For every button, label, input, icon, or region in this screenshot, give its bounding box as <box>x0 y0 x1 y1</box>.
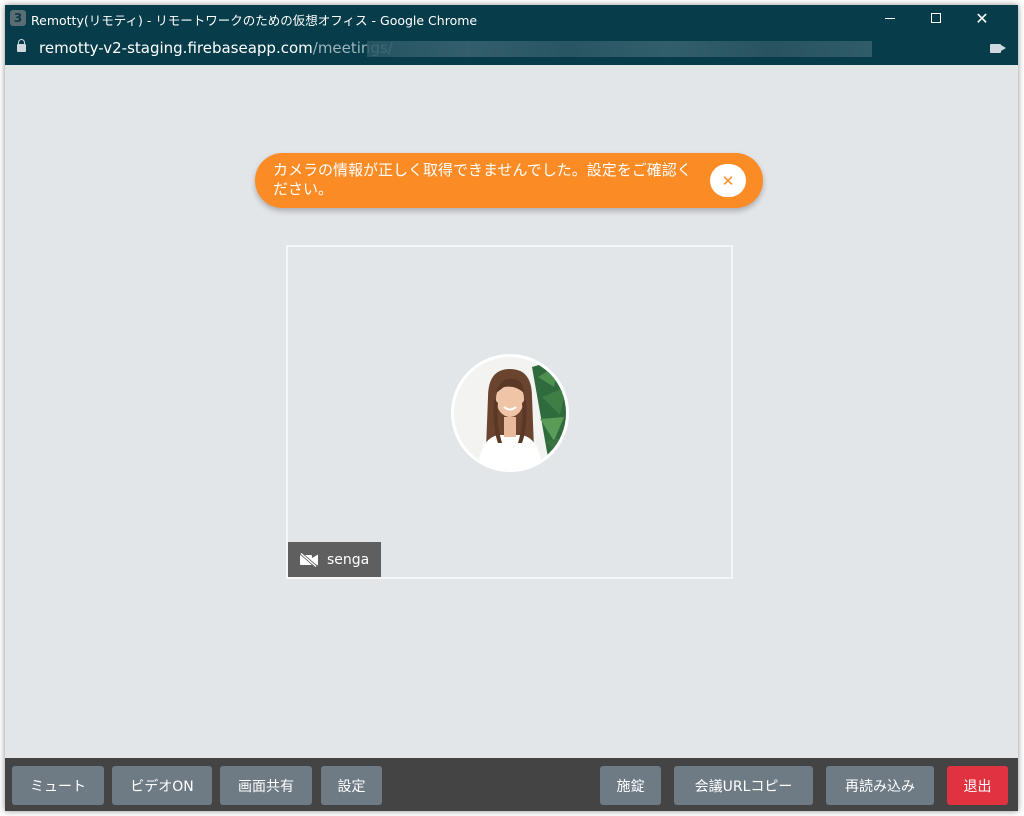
close-window-button[interactable]: ✕ <box>959 5 1005 31</box>
maximize-button[interactable] <box>913 5 959 31</box>
leave-meeting-button[interactable]: 退出 <box>947 766 1008 805</box>
avatar <box>451 354 569 472</box>
app-icon: 3 <box>10 10 26 26</box>
meeting-content: カメラの情報が正しく取得できませんでした。設定をご確認ください。 ✕ senga <box>5 65 1018 758</box>
mute-button[interactable]: ミュート <box>12 766 104 805</box>
video-on-button[interactable]: ビデオON <box>112 766 212 805</box>
screen-share-button[interactable]: 画面共有 <box>220 766 312 805</box>
reload-button[interactable]: 再読み込み <box>826 766 934 805</box>
meeting-toolbar: ミュート ビデオON 画面共有 設定 施錠 会議URLコピー 再読み込み 退出 <box>5 758 1018 811</box>
minimize-icon <box>885 17 895 19</box>
settings-button[interactable]: 設定 <box>321 766 382 805</box>
lock-icon[interactable] <box>17 39 26 52</box>
avatar-photo <box>454 357 566 469</box>
camera-error-toast: カメラの情報が正しく取得できませんでした。設定をご確認ください。 ✕ <box>255 153 763 208</box>
participant-video-tile: senga <box>286 245 733 579</box>
participant-name: senga <box>327 551 370 568</box>
window-title: Remotty(リモティ) - リモートワークのための仮想オフィス - Goog… <box>31 13 478 28</box>
title-bar: 3 Remotty(リモティ) - リモートワークのための仮想オフィス - Go… <box>5 5 1018 31</box>
copy-meeting-url-button[interactable]: 会議URLコピー <box>674 766 813 805</box>
address-bar[interactable]: remotty-v2-staging.firebaseapp.com/meeti… <box>5 31 1018 65</box>
lock-room-button[interactable]: 施錠 <box>600 766 661 805</box>
browser-window: 3 Remotty(リモティ) - リモートワークのための仮想オフィス - Go… <box>5 5 1018 811</box>
url-host: remotty-v2-staging.firebaseapp.com <box>39 39 313 57</box>
participant-name-tag: senga <box>288 542 381 577</box>
minimize-button[interactable] <box>867 5 913 31</box>
video-off-icon <box>300 552 318 567</box>
toast-message: カメラの情報が正しく取得できませんでした。設定をご確認ください。 <box>273 161 692 198</box>
maximize-icon <box>931 13 941 23</box>
url-text[interactable]: remotty-v2-staging.firebaseapp.com/meeti… <box>39 39 393 57</box>
url-redacted-region <box>367 41 872 57</box>
close-icon: ✕ <box>975 8 989 28</box>
toast-close-button[interactable]: ✕ <box>710 164 746 197</box>
camera-blocked-icon[interactable] <box>990 44 1006 53</box>
close-icon: ✕ <box>721 171 735 190</box>
